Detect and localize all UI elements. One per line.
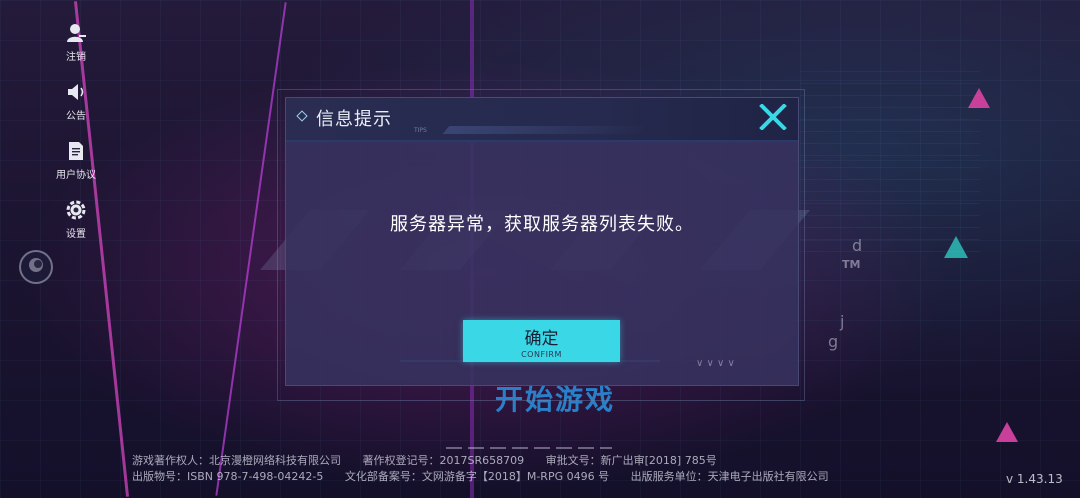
sidebar-item-label: 设置 xyxy=(66,229,86,240)
sidebar: 注销 公告 用户协议 设置 xyxy=(52,20,100,256)
footer-line: 出版物号：ISBN 978-7-498-04242-5 文化部备案号：文网游备字… xyxy=(132,469,847,485)
dialog-message: 服务器异常，获取服务器列表失败。 xyxy=(390,214,694,235)
dialog-header: 信息提示 TIPS xyxy=(286,98,798,142)
dialog-title: 信息提示 xyxy=(316,109,392,130)
sidebar-item-label: 公告 xyxy=(66,111,86,122)
close-button[interactable] xyxy=(756,102,790,136)
header-decoration xyxy=(442,126,650,134)
info-dialog: 信息提示 TIPS 服务器异常，获取服务器列表失败。 确定 CONFIRM ∨ … xyxy=(285,97,799,386)
version-label: v 1.43.13 xyxy=(1006,472,1063,486)
confirm-sublabel: CONFIRM xyxy=(521,350,562,359)
footer-text: 审批文号：新广出审[2018] 785号 xyxy=(545,454,717,467)
triangle-deco xyxy=(996,422,1018,442)
diamond-icon xyxy=(296,110,308,122)
confirm-button[interactable]: 确定 CONFIRM xyxy=(463,320,620,362)
sidebar-item-label: 用户协议 xyxy=(56,170,96,181)
confirm-label: 确定 xyxy=(524,329,559,349)
bg-letter: TM xyxy=(842,258,861,271)
code-background xyxy=(800,60,980,252)
footer-text: 出版物号：ISBN 978-7-498-04242-5 xyxy=(132,470,324,483)
dialog-decoration: ∨ ∨ ∨ ∨ xyxy=(696,358,735,369)
divider xyxy=(446,447,612,449)
logout-icon xyxy=(63,20,89,46)
sidebar-item-logout[interactable]: 注销 xyxy=(52,20,100,63)
gear-icon xyxy=(63,197,89,223)
footer-text: 著作权登记号：2017SR658709 xyxy=(362,454,525,467)
footer-line: 游戏著作权人：北京漫橙网络科技有限公司 著作权登记号：2017SR658709 … xyxy=(132,453,847,469)
chat-icon xyxy=(27,256,45,278)
close-icon xyxy=(759,103,787,134)
sidebar-item-label: 注销 xyxy=(66,52,86,63)
document-icon xyxy=(63,138,89,164)
sidebar-item-notice[interactable]: 公告 xyxy=(52,79,100,122)
footer-text: 文化部备案号：文网游备字【2018】M-RPG 0496 号 xyxy=(344,470,610,483)
sidebar-item-agreement[interactable]: 用户协议 xyxy=(52,138,100,181)
copyright-footer: 游戏著作权人：北京漫橙网络科技有限公司 著作权登记号：2017SR658709 … xyxy=(132,453,847,485)
speaker-icon xyxy=(63,79,89,105)
footer-text: 游戏著作权人：北京漫橙网络科技有限公司 xyxy=(132,454,341,467)
bg-letter: j xyxy=(840,312,845,331)
sidebar-item-settings[interactable]: 设置 xyxy=(52,197,100,240)
footer-text: 出版服务单位：天津电子出版社有限公司 xyxy=(630,470,829,483)
community-button[interactable] xyxy=(19,250,53,284)
bg-letter: g xyxy=(828,332,839,351)
bg-letter: d xyxy=(852,236,863,255)
dialog-tips-label: TIPS xyxy=(414,127,427,134)
